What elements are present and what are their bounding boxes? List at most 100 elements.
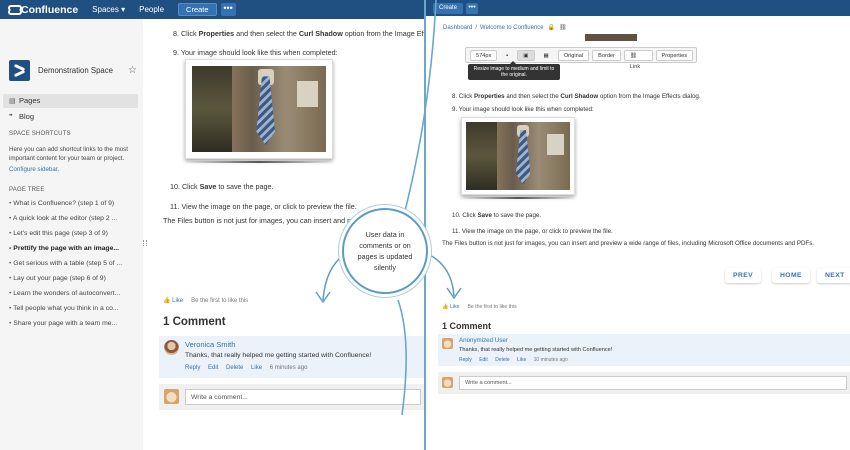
more-button[interactable]: •••	[466, 2, 479, 14]
text-bold: Properties	[198, 29, 235, 38]
page-tree-item-current[interactable]: Prettify the page with an image...	[9, 245, 139, 252]
text-segment: and then select the	[504, 93, 561, 100]
step-8-text: 8. Click Properties and then select the …	[452, 93, 701, 100]
pages-icon: ▤	[9, 98, 16, 105]
breadcrumb-dashboard[interactable]: Dashboard	[443, 25, 472, 31]
link-button[interactable]: ⛓ Link	[623, 49, 653, 70]
curl-shadow-image[interactable]	[461, 117, 575, 195]
resize-tooltip: Resize image to medium and limit to the …	[468, 61, 560, 80]
page-tree-item[interactable]: Learn the wonders of autoconvert...	[9, 290, 139, 297]
restrictions-icon[interactable]: 🔒	[548, 25, 555, 31]
reply-link[interactable]: Reply	[459, 357, 472, 363]
curl-shadow	[461, 197, 575, 199]
size-small-icon[interactable]: ▪	[500, 50, 514, 61]
text-segment: option from the Image Effe	[342, 29, 425, 38]
image-width-field[interactable]: 574px	[470, 49, 498, 61]
nav-spaces[interactable]: Spaces	[92, 5, 125, 14]
reply-link[interactable]: Reply	[185, 365, 200, 371]
delete-link[interactable]: Delete	[495, 357, 509, 363]
sidebar-item-pages[interactable]: ▤ Pages	[3, 94, 138, 108]
page-tree-item[interactable]: Share your page with a team me...	[9, 320, 139, 327]
comment-like-link[interactable]: Like	[517, 357, 526, 363]
comment-author[interactable]: Veronica Smith	[185, 340, 235, 349]
like-label: Like	[172, 298, 184, 304]
comment-author[interactable]: Anonymized User	[459, 337, 508, 344]
page-tree-item[interactable]: Tell people what you think in a co...	[9, 305, 139, 312]
avatar[interactable]	[442, 338, 453, 349]
nav-people[interactable]: People	[139, 5, 164, 14]
avatar[interactable]	[164, 340, 179, 355]
confluence-logo-icon	[8, 4, 22, 15]
image-tie-photo	[192, 66, 326, 152]
text-bold: Curl Shadow	[298, 29, 343, 38]
breadcrumb-page[interactable]: Welcome to Confluence	[480, 25, 544, 31]
like-row: 👍 Like Be the first to like this	[163, 297, 248, 304]
like-link[interactable]: 👍 Like	[163, 298, 183, 304]
space-header: Demonstration Space ☆	[9, 60, 137, 81]
image-tie-photo	[466, 122, 570, 190]
write-comment-placeholder: Write a comment...	[191, 393, 248, 401]
text-segment: 10. Click	[170, 182, 200, 191]
confluence-logo[interactable]: Confluence	[8, 4, 78, 16]
page-tree-item[interactable]: Get serious with a table (step 5 of ...	[9, 260, 139, 267]
annotation-callout: User data in comments or on pages is upd…	[342, 208, 428, 294]
comment-time: 6 minutes ago	[269, 365, 308, 371]
page-tree-item[interactable]: A quick look at the editor (step 2 ...	[9, 215, 139, 222]
space-logo-icon[interactable]	[9, 60, 30, 81]
create-button[interactable]: Create	[178, 3, 217, 16]
page-tree-heading: PAGE TREE	[9, 187, 45, 193]
comparison-divider	[424, 0, 426, 450]
more-button[interactable]: •••	[220, 3, 236, 16]
write-comment-row: Write a comment...	[438, 372, 850, 394]
sidebar-item-blog[interactable]: ❞ Blog	[3, 110, 138, 124]
logo-text: Confluence	[21, 3, 79, 16]
next-button[interactable]: NEXT	[817, 268, 850, 283]
space-name[interactable]: Demonstration Space	[38, 66, 128, 75]
image-detail	[547, 134, 564, 155]
comment-item: Veronica Smith Thanks, that really helpe…	[159, 336, 425, 378]
properties-button[interactable]: Properties	[655, 49, 693, 61]
text-segment: and then select the	[234, 29, 299, 38]
space-shortcuts-description: Here you can add shortcut links to the m…	[9, 146, 128, 162]
curl-shadow-image[interactable]	[185, 59, 333, 159]
create-button[interactable]: Create	[433, 2, 464, 14]
image-edge	[585, 34, 637, 41]
page-tree-item[interactable]: Lay out your page (step 6 of 9)	[9, 275, 139, 282]
avatar	[442, 377, 453, 388]
step-9-text: 9. Your image should look like this when…	[452, 106, 594, 113]
edit-link[interactable]: Edit	[208, 365, 218, 371]
comments-heading: 1 Comment	[442, 321, 492, 331]
link-icon[interactable]: ⛓	[559, 25, 567, 31]
like-label: Like	[449, 304, 460, 310]
link-icon: ⛓	[629, 52, 638, 59]
image-detail	[256, 76, 276, 146]
comment-text: Thanks, that really helped me getting st…	[185, 352, 372, 359]
text-segment: option from the Image Effects dialog.	[598, 93, 701, 100]
delete-link[interactable]: Delete	[226, 365, 243, 371]
step-8-text: 8. Click Properties and then select the …	[173, 29, 425, 38]
configure-sidebar-link[interactable]: Configure sidebar.	[9, 166, 59, 173]
step-9-text: 9. Your image should look like this when…	[173, 48, 338, 57]
original-size-button[interactable]: Original	[557, 49, 590, 61]
size-large-icon[interactable]: ▦	[538, 50, 555, 61]
space-shortcuts-heading: SPACE SHORTCUTS	[9, 131, 71, 137]
like-status: Be the first to like this	[191, 298, 249, 304]
page-tree-item[interactable]: Let's edit this page (step 3 of 9)	[9, 230, 139, 237]
comment-actions: Reply Edit Delete Like 6 minutes ago	[185, 365, 307, 371]
star-icon[interactable]: ☆	[128, 65, 137, 76]
write-comment-input[interactable]: Write a comment...	[459, 376, 847, 390]
comment-like-link[interactable]: Like	[251, 365, 262, 371]
home-button[interactable]: HOME	[772, 268, 810, 283]
text-bold: Properties	[474, 93, 505, 100]
image-properties-toolbar: 574px ▪ ▣ ▦ Original Border ⛓ Link Prope…	[465, 47, 697, 70]
edit-link[interactable]: Edit	[479, 357, 488, 363]
size-medium-icon[interactable]: ▣	[517, 49, 535, 61]
step-11-text: 11. View the image on the page, or click…	[452, 228, 613, 235]
like-link[interactable]: 👍 Like	[442, 304, 459, 310]
write-comment-input[interactable]: Write a comment...	[185, 389, 421, 405]
prev-button[interactable]: PREV	[725, 268, 762, 283]
border-button[interactable]: Border	[592, 49, 621, 61]
text-segment: 8. Click	[173, 29, 199, 38]
step-10-text: 10. Click Save to save the page.	[170, 182, 274, 191]
page-tree-item[interactable]: What is Confluence? (step 1 of 9)	[9, 200, 139, 207]
